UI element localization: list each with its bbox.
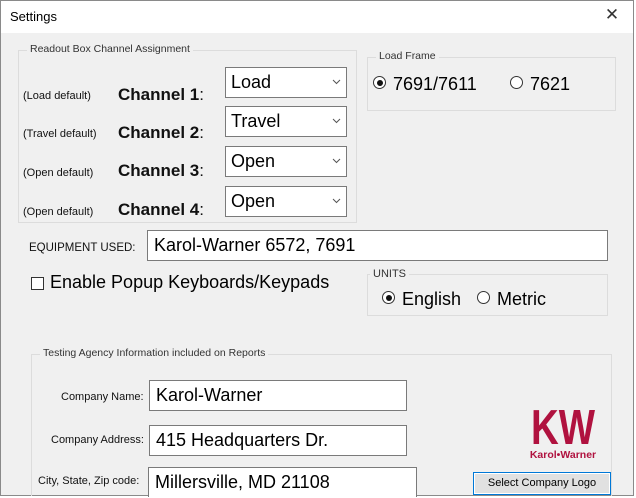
channel-4-label-text: Channel 4 bbox=[118, 200, 200, 219]
channel-4-select[interactable]: Open bbox=[225, 186, 347, 217]
title-bar: Settings ✕ bbox=[1, 1, 633, 33]
load-frame-option-7621[interactable]: 7621 bbox=[510, 74, 570, 95]
channel-2-colon: : bbox=[199, 123, 204, 142]
equipment-value: Karol-Warner 6572, 7691 bbox=[154, 235, 356, 255]
channel-2-select[interactable]: Travel bbox=[225, 106, 347, 137]
channel-2-label: Channel 2: bbox=[118, 123, 204, 143]
company-name-value: Karol-Warner bbox=[156, 385, 263, 405]
equipment-label: EQUIPMENT USED: bbox=[29, 242, 136, 254]
channel-3-select[interactable]: Open bbox=[225, 146, 347, 177]
company-address-label: Company Address: bbox=[51, 434, 144, 446]
channel-2-value: Travel bbox=[231, 111, 281, 131]
units-option-metric[interactable]: Metric bbox=[477, 289, 546, 310]
company-name-label: Company Name: bbox=[61, 391, 144, 403]
city-state-zip-label: City, State, Zip code: bbox=[38, 475, 140, 487]
channel-1-default-label: (Load default) bbox=[23, 90, 91, 102]
channel-1-label-text: Channel 1 bbox=[118, 85, 200, 104]
channel-4-label: Channel 4: bbox=[118, 200, 204, 220]
select-company-logo-button[interactable]: Select Company Logo bbox=[473, 472, 611, 495]
equipment-input[interactable]: Karol-Warner 6572, 7691 bbox=[147, 230, 608, 261]
chevron-down-icon bbox=[332, 118, 341, 124]
channel-1-colon: : bbox=[199, 85, 204, 104]
channel-1-select[interactable]: Load bbox=[225, 67, 347, 98]
channel-2-default-label: (Travel default) bbox=[23, 128, 97, 140]
units-option-english[interactable]: English bbox=[382, 289, 461, 310]
load-frame-option-7691-label: 7691/7611 bbox=[393, 74, 477, 94]
load-frame-option-7691[interactable]: 7691/7611 bbox=[373, 74, 477, 95]
channel-3-label-text: Channel 3 bbox=[118, 161, 200, 180]
channel-1-value: Load bbox=[231, 72, 272, 92]
units-option-english-label: English bbox=[402, 289, 462, 309]
company-logo-image: KW Karol•Warner bbox=[530, 401, 596, 461]
company-address-value: 415 Headquarters Dr. bbox=[156, 430, 329, 450]
channel-3-colon: : bbox=[199, 161, 204, 180]
chevron-down-icon bbox=[332, 79, 341, 85]
radio-unselected-icon bbox=[510, 76, 523, 89]
chevron-down-icon bbox=[332, 158, 341, 164]
svg-text:Karol•Warner: Karol•Warner bbox=[530, 449, 596, 461]
channel-4-colon: : bbox=[199, 200, 204, 219]
units-option-metric-label: Metric bbox=[497, 289, 546, 309]
close-icon[interactable]: ✕ bbox=[601, 5, 623, 25]
chevron-down-icon bbox=[332, 198, 341, 204]
svg-text:KW: KW bbox=[531, 401, 596, 455]
city-state-zip-value: Millersville, MD 21108 bbox=[155, 472, 330, 492]
settings-window: Settings ✕ Readout Box Channel Assignmen… bbox=[0, 0, 634, 497]
radio-selected-icon bbox=[382, 291, 395, 304]
channel-3-default-label: (Open default) bbox=[23, 167, 94, 179]
city-state-zip-input[interactable]: Millersville, MD 21108 bbox=[148, 467, 417, 497]
company-address-input[interactable]: 415 Headquarters Dr. bbox=[149, 425, 407, 456]
channel-1-label: Channel 1: bbox=[118, 85, 204, 105]
company-name-input[interactable]: Karol-Warner bbox=[149, 380, 407, 411]
channel-4-default-label: (Open default) bbox=[23, 206, 94, 218]
window-title: Settings bbox=[10, 9, 57, 24]
channel-3-value: Open bbox=[231, 151, 276, 171]
channel-2-label-text: Channel 2 bbox=[118, 123, 200, 142]
testing-agency-legend: Testing Agency Information included on R… bbox=[40, 347, 269, 359]
channel-3-label: Channel 3: bbox=[118, 161, 204, 181]
popup-keyboards-checkbox[interactable] bbox=[31, 277, 44, 290]
radio-selected-icon bbox=[373, 76, 386, 89]
load-frame-option-7621-label: 7621 bbox=[530, 74, 571, 94]
channel-4-value: Open bbox=[231, 191, 276, 211]
units-legend: UNITS bbox=[370, 268, 409, 280]
radio-unselected-icon bbox=[477, 291, 490, 304]
load-frame-legend: Load Frame bbox=[376, 50, 439, 62]
readout-group-legend: Readout Box Channel Assignment bbox=[27, 43, 193, 55]
popup-keyboards-label[interactable]: Enable Popup Keyboards/Keypads bbox=[50, 272, 329, 293]
